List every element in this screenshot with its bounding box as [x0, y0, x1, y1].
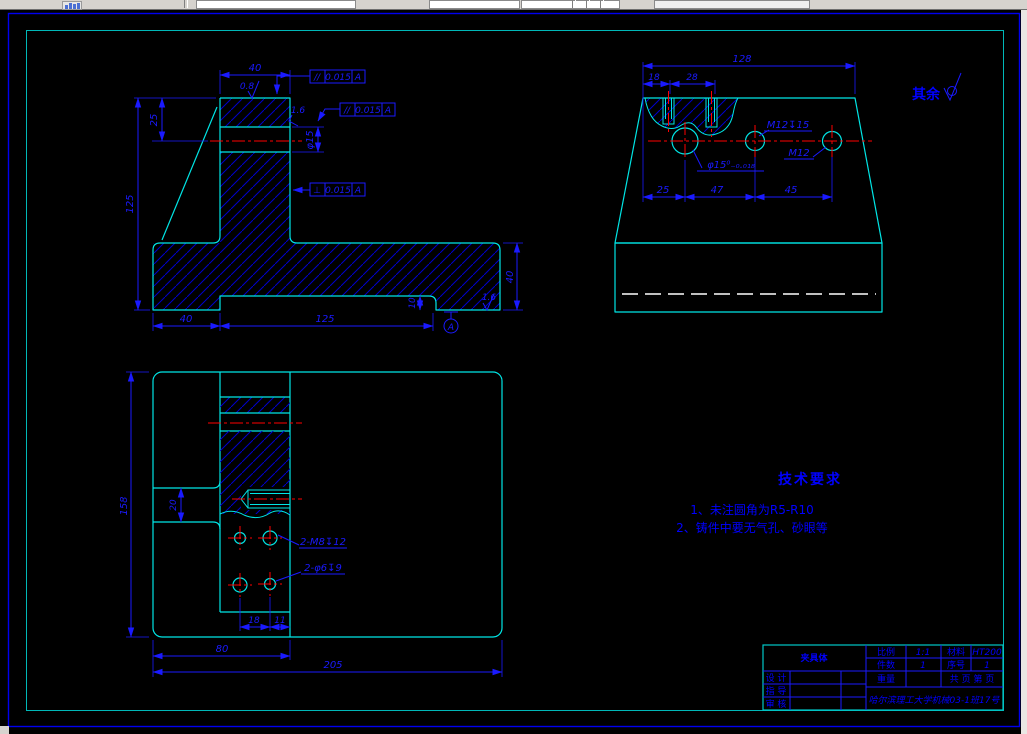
material-value: HT200: [972, 648, 1002, 658]
dim-28: 28: [686, 73, 698, 83]
toolbar-combo-4[interactable]: [654, 0, 810, 9]
fcf-tolerance: 0.015: [325, 186, 351, 196]
hatch-area: [220, 98, 290, 127]
dim-128: 128: [732, 54, 751, 65]
datum-letter: A: [447, 323, 454, 333]
rib-edge: [153, 480, 221, 489]
fcf-datum: A: [354, 186, 361, 196]
qty-label: 件数: [877, 659, 895, 671]
dim-notch-10: 10: [408, 297, 418, 309]
fcf-tolerance: 0.015: [325, 73, 351, 83]
part-name: 夹具体: [800, 652, 828, 664]
toolbar-combo-3[interactable]: [521, 0, 620, 9]
hatch-area: [153, 243, 500, 310]
fcf-symbol: //: [343, 106, 351, 116]
serial-value: 1: [984, 661, 990, 671]
dim-11: 11: [274, 616, 285, 626]
top-view: 128 18 28 25 47 45 M12↧15 φ15⁰₋₀.₀₁₈ M12: [614, 54, 883, 313]
roughness-value: 1.6: [482, 293, 497, 303]
dim-right-40: 40: [505, 271, 516, 284]
rib-edge: [153, 521, 221, 530]
hole-callout: 2-M8↧12 2-φ6↧9: [275, 534, 347, 582]
toolbar-separator: [600, 0, 604, 8]
fcf-parallelism-2: // 0.015 A: [317, 102, 396, 122]
dim-18: 18: [648, 73, 660, 83]
dim-25: 25: [149, 114, 160, 127]
dim-158: 158: [119, 496, 130, 515]
serial-label: 序号: [947, 659, 965, 671]
dim-205: 205: [323, 660, 342, 671]
callout-m12-depth: M12↧15: [767, 120, 809, 131]
front-section-view: 40 25 125 φ15 40 125 40 10 0.8 1.6 1.6 A…: [125, 63, 523, 334]
dim-125: 125: [125, 194, 136, 213]
pages-label: 共 页 第 页: [950, 673, 995, 685]
fcf-perpendicularity: ⊥ 0.015 A: [292, 182, 366, 197]
material-label: 材料: [947, 646, 965, 658]
design-label: 设 计: [766, 672, 787, 684]
technical-requirements: 技术要求 1、未注圆角为R5-R10 2、铸件中要无气孔、砂眼等: [676, 471, 842, 535]
dim-20: 20: [169, 499, 179, 511]
toolbar-separator: [184, 0, 188, 8]
callout-phi6: 2-φ6↧9: [304, 563, 342, 574]
rib-edge: [161, 106, 218, 241]
hatch-area: [220, 152, 290, 243]
dim-base-125: 125: [315, 314, 334, 325]
fcf-datum: A: [384, 106, 391, 116]
cad-canvas[interactable]: 40 25 125 φ15 40 125 40 10 0.8 1.6 1.6 A…: [0, 0, 1027, 734]
plan-view: 20 2-M8↧12 2-φ6↧9 18 11 80 205 158: [119, 371, 503, 677]
dim-phi15: φ15: [305, 130, 316, 149]
tech-req-title: 技术要求: [778, 471, 842, 488]
dim-25: 25: [657, 185, 670, 196]
dim-80: 80: [216, 644, 229, 655]
toolbar-separator: [586, 0, 590, 8]
weight-label: 重量: [877, 673, 895, 685]
tech-req-item: 1、未注圆角为R5-R10: [690, 502, 814, 517]
datum-symbol: A: [443, 311, 459, 334]
rest-label: 其余: [912, 86, 941, 103]
fcf-tolerance: 0.015: [355, 106, 381, 116]
title-block: 夹具体 设 计 指 导 审 核 比例 1:1 材料 HT200 件数 1 序号 …: [762, 644, 1004, 711]
dim-47: 47: [711, 185, 724, 196]
toolbar-combo-2[interactable]: [429, 0, 520, 9]
qty-value: 1: [920, 661, 926, 671]
callout-phi15-tol: φ15⁰₋₀.₀₁₈: [707, 160, 755, 171]
dim-18: 18: [248, 616, 260, 626]
cad-application-window: 40 25 125 φ15 40 125 40 10 0.8 1.6 1.6 A…: [0, 0, 1027, 734]
scale-value: 1:1: [916, 648, 930, 658]
fcf-symbol: ⊥: [313, 186, 321, 196]
organization-line: 哈尔滨理工大学机械03-1班17号: [869, 695, 1001, 706]
guide-label: 指 导: [766, 685, 787, 697]
tech-req-item: 2、铸件中要无气孔、砂眼等: [676, 520, 828, 535]
toolbar-combo-1[interactable]: [196, 0, 356, 9]
dim-45: 45: [785, 185, 798, 196]
check-label: 审 核: [766, 698, 787, 710]
fcf-symbol: //: [313, 73, 321, 83]
roughness-value: 0.8: [240, 82, 255, 92]
dim-top-width: 40: [249, 63, 262, 74]
callout-m8: 2-M8↧12: [300, 537, 346, 548]
tapped-hole-side: [232, 489, 302, 509]
hatch-area: [220, 431, 290, 514]
dim-base-40: 40: [180, 314, 193, 325]
roughness-value: 1.6: [291, 106, 306, 116]
callout-m12: M12: [788, 148, 809, 159]
plan-holes: [228, 526, 282, 597]
fcf-datum: A: [354, 73, 361, 83]
sheet-outer-frame: [7, 12, 1021, 728]
toolbar-separator: [572, 0, 576, 8]
toolbar-strip: [0, 0, 1027, 10]
sheet-inner-frame: [26, 30, 1004, 711]
chart-columns-icon[interactable]: [62, 1, 82, 10]
hatch-area: [220, 397, 290, 413]
window-corner-chip: [0, 726, 9, 734]
scale-label: 比例: [877, 646, 895, 658]
window-edge-strip: [1021, 0, 1027, 734]
general-roughness-note: 其余: [912, 72, 962, 103]
